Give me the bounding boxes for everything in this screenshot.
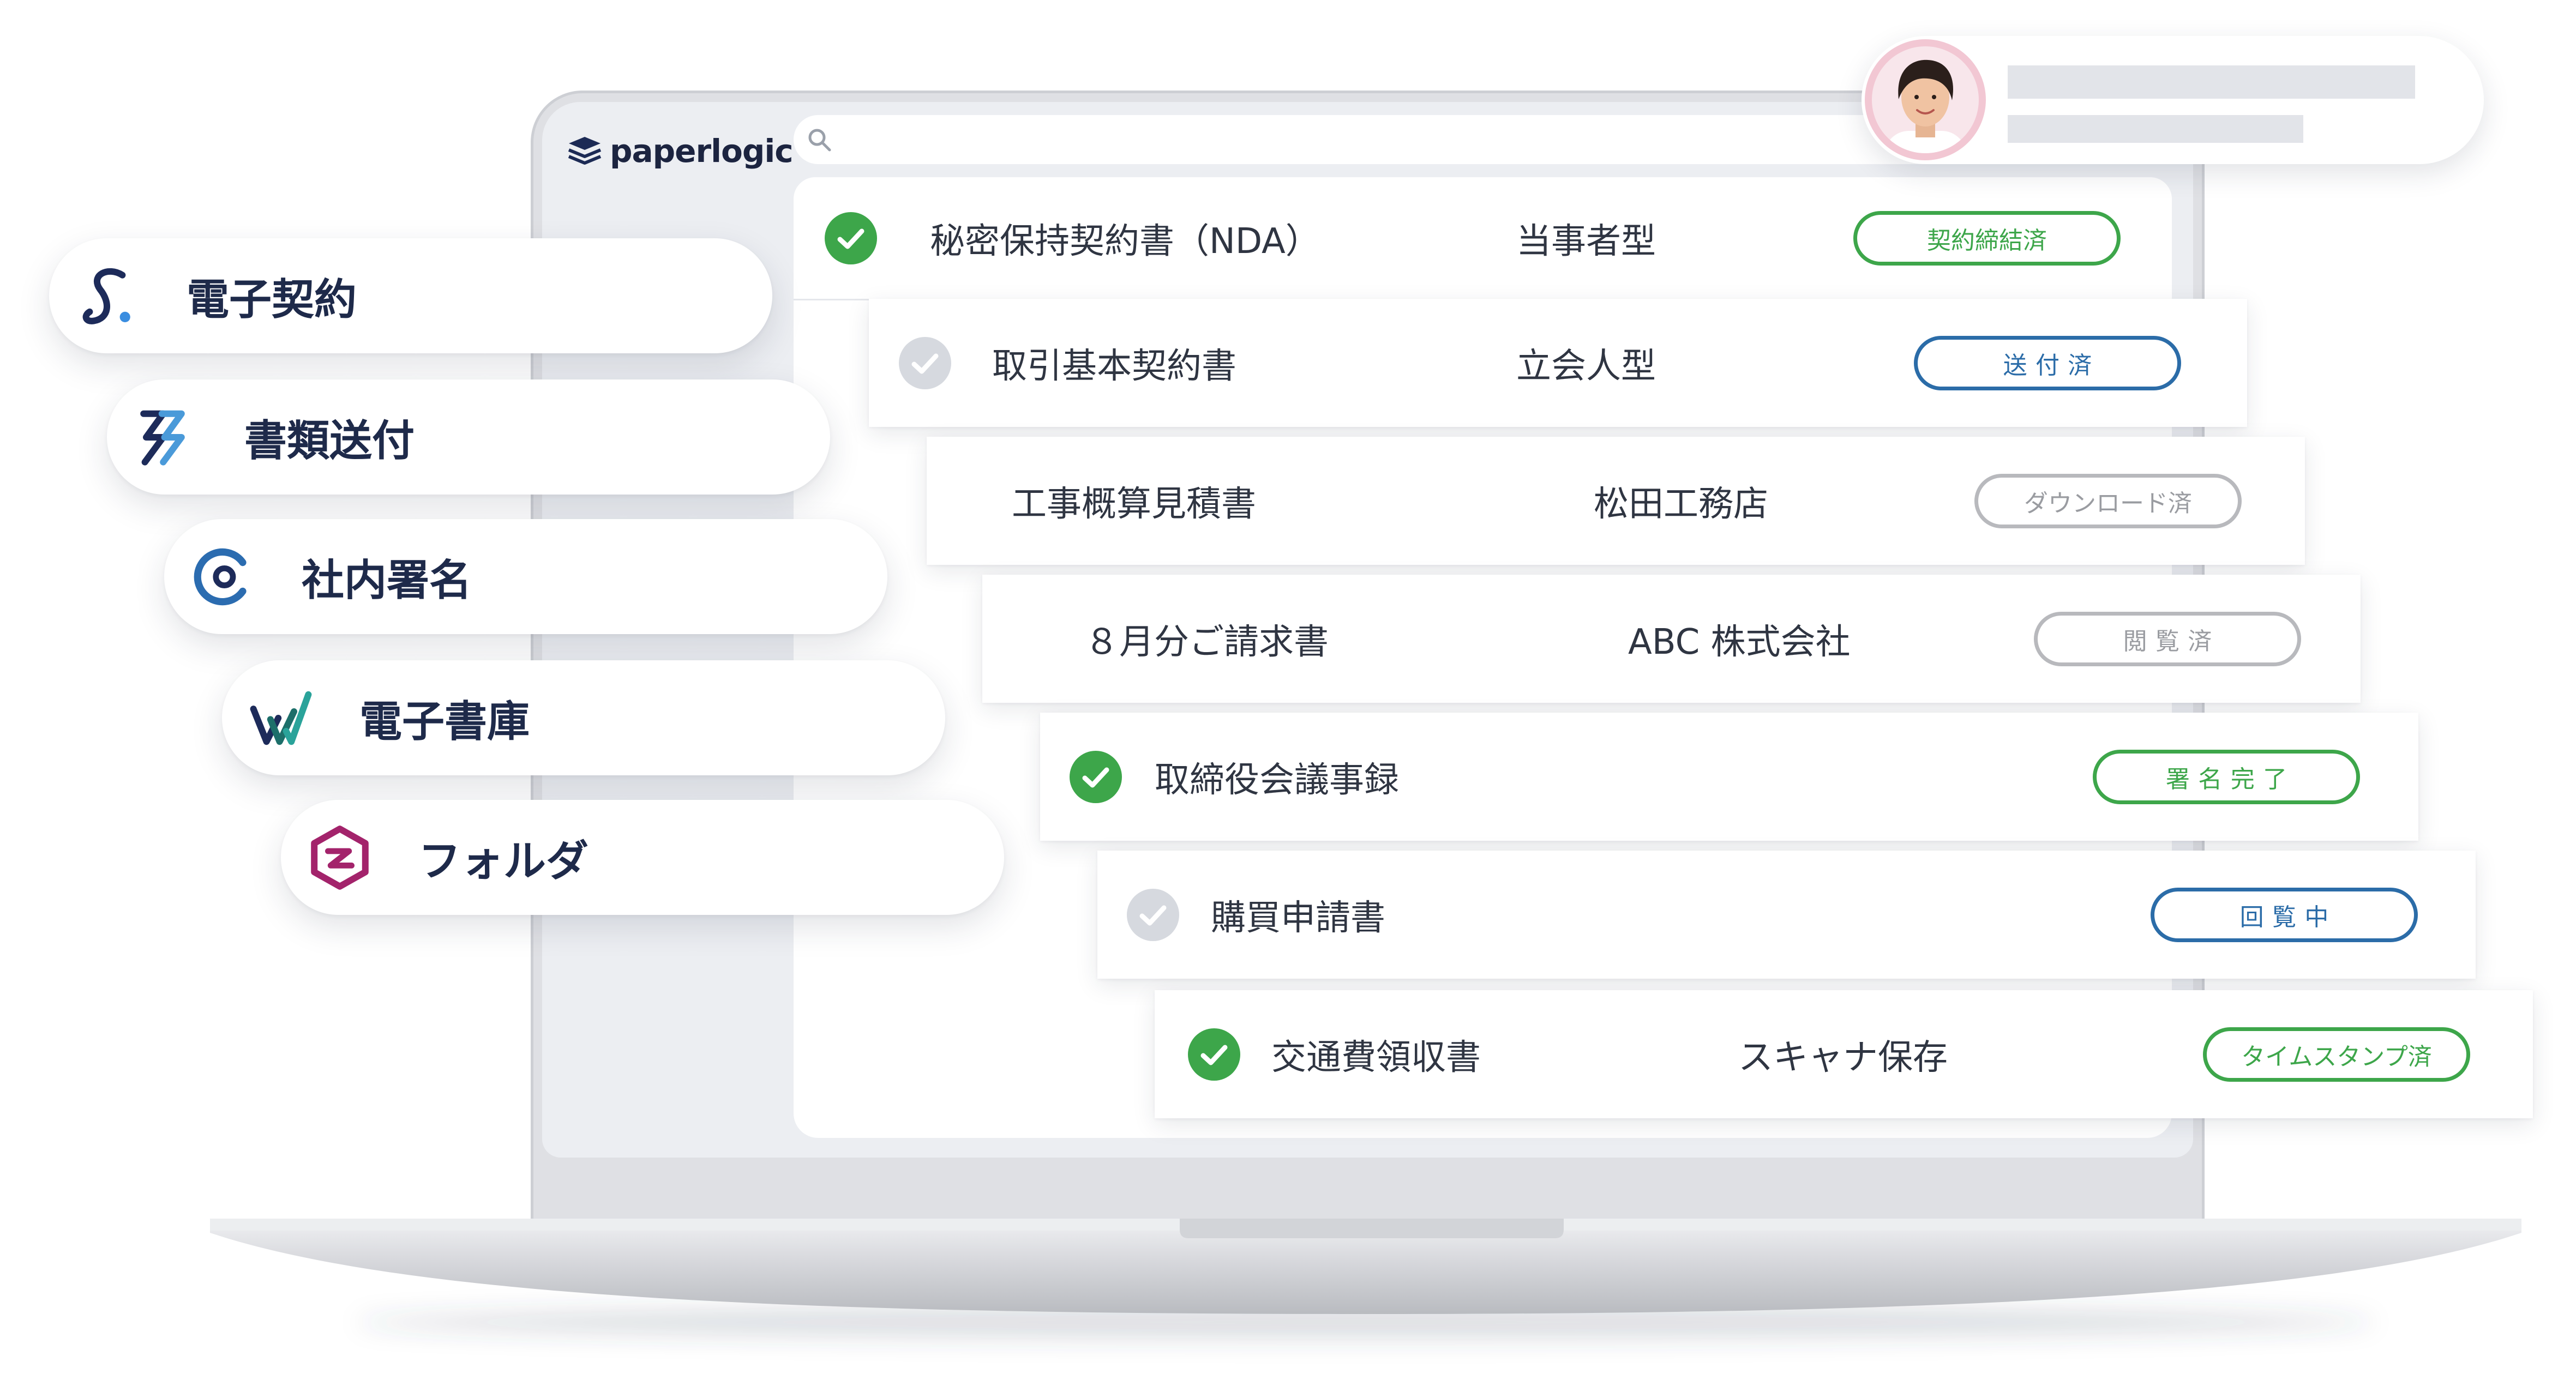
document-row[interactable]: 取引基本契約書 立会人型 送付済	[869, 299, 2247, 427]
product-internal-signature[interactable]: 社内署名	[164, 519, 887, 634]
search-icon	[808, 129, 831, 152]
status-badge: タイムスタンプ済	[2203, 1027, 2470, 1082]
document-party: ABC 株式会社	[1628, 622, 1851, 662]
check-archive-icon	[250, 691, 312, 745]
check-circle-icon[interactable]	[899, 336, 951, 389]
product-folder[interactable]: フォルダ	[281, 800, 1004, 915]
document-row[interactable]: 秘密保持契約書（NDA） 当事者型 契約締結済	[794, 177, 2172, 300]
product-e-archive[interactable]: 電子書庫	[222, 660, 945, 775]
document-title[interactable]: 取引基本契約書	[992, 338, 1236, 388]
status-badge: ダウンロード済	[1974, 473, 2242, 528]
send-arrows-icon	[140, 410, 185, 466]
check-circle-icon[interactable]	[825, 212, 877, 264]
document-row[interactable]: 交通費領収書 スキャナ保存 タイムスタンプ済	[1155, 990, 2533, 1118]
document-title[interactable]: 購買申請書	[1211, 890, 1385, 940]
product-label: フォルダ	[418, 836, 589, 886]
document-title[interactable]: 秘密保持契約書（NDA）	[930, 213, 1320, 263]
signature-s-icon	[82, 268, 130, 324]
document-title[interactable]: ８月分ご請求書	[1084, 614, 1329, 664]
document-row[interactable]: 工事概算見積書 松田工務店 ダウンロード済	[927, 437, 2305, 565]
document-row[interactable]: 取締役会議事録 署名完了	[1040, 713, 2418, 841]
product-electronic-contract[interactable]: 電子契約	[49, 238, 772, 353]
circle-seal-icon	[194, 548, 247, 605]
check-circle-icon[interactable]	[1070, 750, 1122, 803]
document-row[interactable]: ８月分ご請求書 ABC 株式会社 閲覧済	[982, 575, 2361, 703]
user-name-placeholder	[2008, 65, 2415, 99]
document-party: 松田工務店	[1594, 484, 1768, 525]
document-title[interactable]: 交通費領収書	[1271, 1029, 1481, 1080]
laptop-base	[210, 1219, 2521, 1339]
status-badge: 回覧中	[2151, 887, 2418, 942]
document-title[interactable]: 工事概算見積書	[1012, 476, 1256, 526]
document-type: 当事者型	[1516, 221, 1656, 262]
user-detail-placeholder	[2008, 115, 2303, 143]
product-label: 書類送付	[244, 416, 415, 466]
product-document-delivery[interactable]: 書類送付	[107, 379, 830, 495]
product-label: 電子契約	[187, 275, 357, 324]
document-row[interactable]: 購買申請書 回覧中	[1097, 851, 2476, 979]
document-type: 立会人型	[1516, 346, 1656, 387]
user-card[interactable]	[1862, 36, 2484, 164]
status-badge: 送付済	[1914, 335, 2181, 390]
document-type: スキャナ保存	[1738, 1037, 1948, 1078]
status-badge: 閲覧済	[2034, 611, 2301, 666]
product-label: 社内署名	[302, 556, 472, 605]
status-badge: 署名完了	[2093, 749, 2360, 804]
hexagon-folder-icon	[311, 825, 369, 890]
user-avatar[interactable]	[1865, 39, 1986, 160]
product-label: 電子書庫	[359, 697, 530, 746]
status-badge: 契約締結済	[1853, 210, 2121, 266]
document-title[interactable]: 取締役会議事録	[1155, 752, 1399, 802]
layers-icon	[568, 137, 602, 165]
brand-logo[interactable]: paperlogic	[610, 132, 794, 170]
check-circle-icon[interactable]	[1188, 1028, 1240, 1081]
check-circle-icon[interactable]	[1127, 888, 1179, 941]
